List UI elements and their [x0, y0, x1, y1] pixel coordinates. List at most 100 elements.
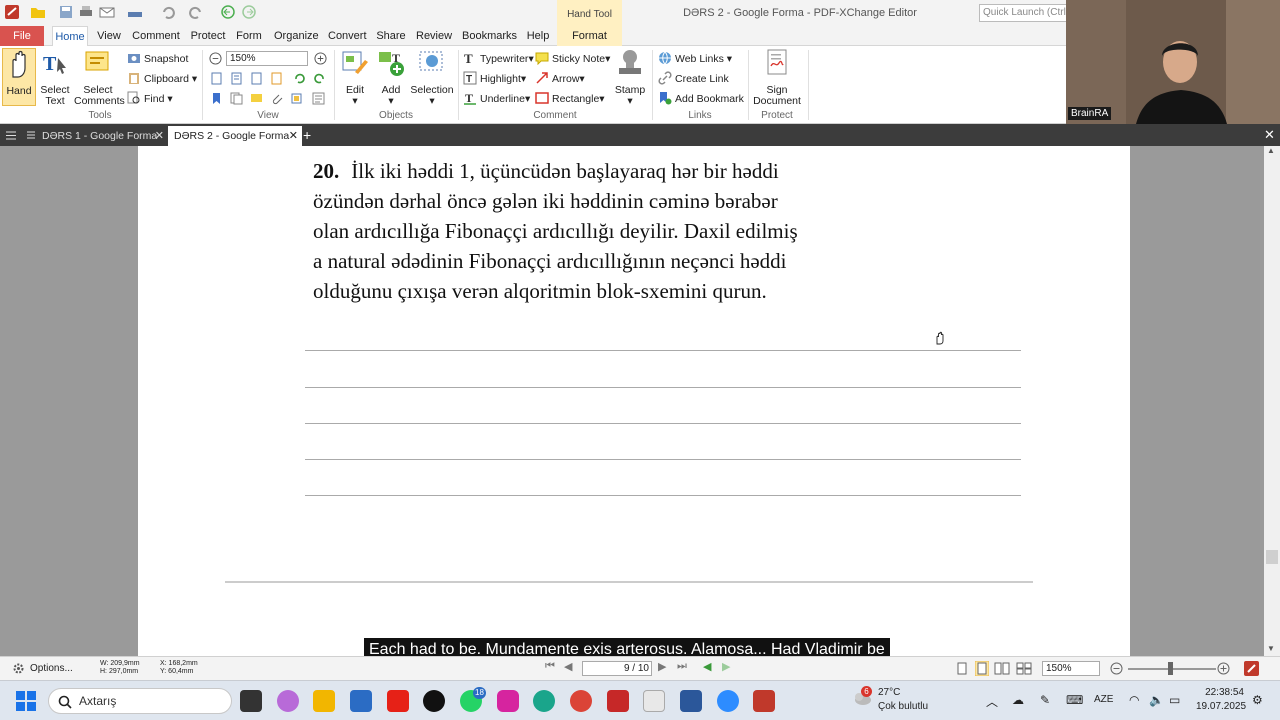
edit-button[interactable]: Edit ▾: [338, 48, 372, 107]
clock-date[interactable]: 19.07.2025: [1196, 701, 1246, 712]
tabs-menu-icon[interactable]: [6, 131, 16, 140]
scroll-up-icon[interactable]: ▲: [1267, 146, 1275, 155]
tab-file[interactable]: File: [0, 26, 44, 46]
back-icon[interactable]: [220, 4, 236, 20]
tray-device-icon[interactable]: ⌨: [1066, 693, 1083, 707]
sticky-note-button[interactable]: Sticky Note▾: [535, 50, 610, 68]
close-tab-icon[interactable]: ✕: [155, 126, 164, 146]
close-document-icon[interactable]: ✕: [1264, 127, 1275, 143]
single-page-view-icon[interactable]: [956, 662, 968, 675]
scroll-down-icon[interactable]: ▼: [1267, 644, 1275, 653]
word-icon[interactable]: [680, 690, 702, 712]
select-comments-button[interactable]: Select Comments: [74, 48, 125, 107]
comments-view-icon[interactable]: [250, 92, 263, 105]
tab-convert[interactable]: Convert: [328, 26, 367, 46]
rotate-left-icon[interactable]: [293, 72, 306, 85]
zoom-select[interactable]: 150%: [226, 51, 308, 66]
next-page-icon[interactable]: ▶: [658, 660, 666, 673]
underline-button[interactable]: T Underline▾: [463, 90, 530, 108]
redo-icon[interactable]: [188, 4, 204, 20]
continuous-view-icon[interactable]: [975, 661, 989, 676]
nav-forward-icon[interactable]: ▶: [722, 660, 730, 673]
chrome-icon[interactable]: [570, 690, 592, 712]
pdf-reader-icon[interactable]: [607, 690, 629, 712]
typewriter-button[interactable]: T Typewriter▾: [463, 50, 534, 68]
last-page-icon[interactable]: ⏭: [677, 660, 687, 673]
new-tab-icon[interactable]: +: [303, 126, 311, 144]
close-tab-icon[interactable]: ✕: [289, 126, 298, 146]
youtube-icon[interactable]: [387, 690, 409, 712]
tab-comment[interactable]: Comment: [132, 26, 180, 46]
volume-icon[interactable]: 🔈: [1149, 693, 1164, 707]
pdf-app-icon[interactable]: [1244, 661, 1259, 676]
tab-organize[interactable]: Organize: [274, 26, 319, 46]
attachments-icon[interactable]: [270, 92, 283, 105]
highlight-button[interactable]: T Highlight▾: [463, 70, 526, 88]
arrow-button[interactable]: Arrow▾: [535, 70, 585, 88]
windows-start-icon[interactable]: [16, 691, 36, 711]
two-page-view-icon[interactable]: [994, 662, 1010, 675]
doc-tab-ders-2[interactable]: DƏRS 2 - Google Forma ✕: [168, 126, 302, 146]
scan-icon[interactable]: [127, 4, 143, 20]
wifi-icon[interactable]: ◠: [1129, 693, 1139, 707]
rotate-right-icon[interactable]: [313, 72, 326, 85]
document-viewport[interactable]: 20. İlk iki həddi 1, üçüncüdən başlayaraq…: [0, 146, 1280, 656]
fit-visible-icon[interactable]: [270, 72, 283, 85]
taskbar-search-input[interactable]: Axtarış: [48, 688, 232, 714]
clipboard-button[interactable]: Clipboard ▾: [127, 70, 197, 88]
options-button[interactable]: Options...: [30, 663, 73, 674]
notifications-icon[interactable]: ⚙: [1252, 693, 1263, 707]
print-icon[interactable]: [78, 4, 94, 20]
quick-launch-input[interactable]: Quick Launch (Ctrl+: [979, 4, 1067, 22]
zoom-app-icon[interactable]: [717, 690, 739, 712]
save-icon[interactable]: [58, 4, 74, 20]
notepad-icon[interactable]: [643, 690, 665, 712]
vertical-scrollbar[interactable]: ▲ ▼: [1264, 146, 1280, 656]
zoom-out-icon[interactable]: [209, 52, 222, 65]
forward-icon[interactable]: [241, 4, 257, 20]
stamp-button[interactable]: Stamp ▾: [612, 48, 648, 107]
status-zoom-select[interactable]: 150%: [1042, 661, 1100, 676]
tab-home[interactable]: Home: [52, 26, 88, 47]
task-view-icon[interactable]: [240, 690, 262, 712]
file-explorer-icon[interactable]: [313, 690, 335, 712]
two-page-continuous-icon[interactable]: [1016, 662, 1032, 675]
instagram-icon[interactable]: [497, 690, 519, 712]
selection-button[interactable]: Selection ▾: [410, 48, 454, 107]
edge-icon[interactable]: [533, 690, 555, 712]
tab-form[interactable]: Form: [236, 26, 262, 46]
tab-format[interactable]: Format: [557, 26, 622, 46]
snapshot-button[interactable]: Snapshot: [127, 50, 188, 68]
nav-back-icon[interactable]: ◀: [703, 660, 711, 673]
layers-icon[interactable]: [290, 92, 303, 105]
pdf-xchange-taskbar-icon[interactable]: [753, 690, 775, 712]
first-page-icon[interactable]: ⏮: [545, 660, 555, 673]
status-zoom-out-icon[interactable]: [1110, 662, 1123, 675]
open-icon[interactable]: [30, 4, 46, 20]
fit-page-icon[interactable]: [230, 72, 243, 85]
pages-icon[interactable]: [230, 92, 243, 105]
zoom-in-icon[interactable]: [314, 52, 327, 65]
doc-tab-ders-1[interactable]: DƏRS 1 - Google Forma ✕: [22, 126, 168, 146]
tab-review[interactable]: Review: [416, 26, 452, 46]
options-gear-icon[interactable]: [12, 662, 25, 675]
rectangle-button[interactable]: Rectangle▾: [535, 90, 605, 108]
undo-icon[interactable]: [160, 4, 176, 20]
tab-protect[interactable]: Protect: [190, 26, 226, 46]
create-link-button[interactable]: Create Link: [658, 70, 729, 88]
store-icon[interactable]: [350, 690, 372, 712]
prev-page-icon[interactable]: ◀: [564, 660, 572, 673]
scrollbar-thumb[interactable]: [1266, 550, 1278, 564]
add-button[interactable]: T Add ▾: [375, 48, 407, 107]
find-button[interactable]: Find ▾: [127, 90, 173, 108]
actual-size-icon[interactable]: [210, 72, 223, 85]
fit-width-icon[interactable]: [250, 72, 263, 85]
tab-share[interactable]: Share: [376, 26, 406, 46]
tray-cloud-icon[interactable]: ☁: [1012, 693, 1024, 707]
tray-chevron-icon[interactable]: ︿: [986, 693, 998, 710]
battery-icon[interactable]: ▭: [1169, 693, 1180, 707]
page-number-field[interactable]: 9 / 10: [582, 661, 652, 676]
select-text-button[interactable]: T Select Text: [38, 48, 72, 107]
sign-document-button[interactable]: Sign Document: [752, 48, 802, 107]
status-zoom-in-icon[interactable]: [1217, 662, 1230, 675]
